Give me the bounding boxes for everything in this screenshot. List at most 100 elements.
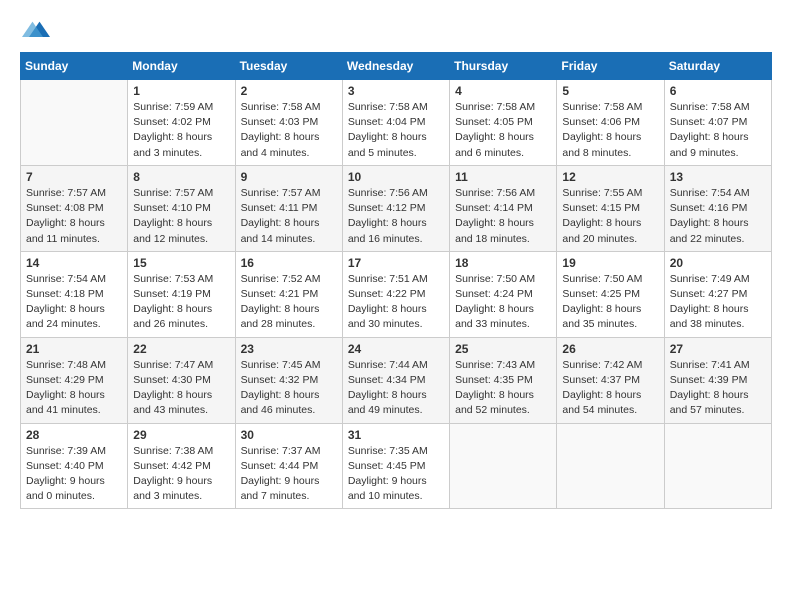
header-cell-wednesday: Wednesday xyxy=(342,53,449,80)
calendar-table: SundayMondayTuesdayWednesdayThursdayFrid… xyxy=(20,52,772,509)
logo-icon xyxy=(22,16,50,44)
calendar-cell: 2 Sunrise: 7:58 AM Sunset: 4:03 PM Daylig… xyxy=(235,80,342,166)
day-number: 27 xyxy=(670,342,766,356)
header xyxy=(20,16,772,44)
day-number: 9 xyxy=(241,170,337,184)
day-info: Sunrise: 7:41 AM Sunset: 4:39 PM Dayligh… xyxy=(670,358,766,419)
header-cell-monday: Monday xyxy=(128,53,235,80)
day-info: Sunrise: 7:58 AM Sunset: 4:07 PM Dayligh… xyxy=(670,100,766,161)
day-number: 2 xyxy=(241,84,337,98)
day-info: Sunrise: 7:54 AM Sunset: 4:18 PM Dayligh… xyxy=(26,272,122,333)
day-info: Sunrise: 7:58 AM Sunset: 4:06 PM Dayligh… xyxy=(562,100,658,161)
day-info: Sunrise: 7:58 AM Sunset: 4:04 PM Dayligh… xyxy=(348,100,444,161)
calendar-cell: 22 Sunrise: 7:47 AM Sunset: 4:30 PM Dayli… xyxy=(128,337,235,423)
day-number: 21 xyxy=(26,342,122,356)
day-info: Sunrise: 7:47 AM Sunset: 4:30 PM Dayligh… xyxy=(133,358,229,419)
day-number: 4 xyxy=(455,84,551,98)
header-cell-saturday: Saturday xyxy=(664,53,771,80)
day-info: Sunrise: 7:39 AM Sunset: 4:40 PM Dayligh… xyxy=(26,444,122,505)
day-number: 30 xyxy=(241,428,337,442)
day-number: 25 xyxy=(455,342,551,356)
day-number: 8 xyxy=(133,170,229,184)
header-cell-tuesday: Tuesday xyxy=(235,53,342,80)
calendar-cell: 3 Sunrise: 7:58 AM Sunset: 4:04 PM Daylig… xyxy=(342,80,449,166)
day-number: 28 xyxy=(26,428,122,442)
calendar-cell xyxy=(450,423,557,509)
day-info: Sunrise: 7:37 AM Sunset: 4:44 PM Dayligh… xyxy=(241,444,337,505)
calendar-cell: 17 Sunrise: 7:51 AM Sunset: 4:22 PM Dayli… xyxy=(342,251,449,337)
day-info: Sunrise: 7:58 AM Sunset: 4:03 PM Dayligh… xyxy=(241,100,337,161)
day-number: 22 xyxy=(133,342,229,356)
calendar-cell: 18 Sunrise: 7:50 AM Sunset: 4:24 PM Dayli… xyxy=(450,251,557,337)
day-number: 18 xyxy=(455,256,551,270)
day-number: 16 xyxy=(241,256,337,270)
calendar-cell xyxy=(21,80,128,166)
day-info: Sunrise: 7:59 AM Sunset: 4:02 PM Dayligh… xyxy=(133,100,229,161)
day-info: Sunrise: 7:44 AM Sunset: 4:34 PM Dayligh… xyxy=(348,358,444,419)
day-info: Sunrise: 7:51 AM Sunset: 4:22 PM Dayligh… xyxy=(348,272,444,333)
day-number: 17 xyxy=(348,256,444,270)
calendar-cell: 23 Sunrise: 7:45 AM Sunset: 4:32 PM Dayli… xyxy=(235,337,342,423)
day-info: Sunrise: 7:52 AM Sunset: 4:21 PM Dayligh… xyxy=(241,272,337,333)
calendar-cell: 24 Sunrise: 7:44 AM Sunset: 4:34 PM Dayli… xyxy=(342,337,449,423)
day-info: Sunrise: 7:50 AM Sunset: 4:24 PM Dayligh… xyxy=(455,272,551,333)
day-number: 10 xyxy=(348,170,444,184)
day-number: 12 xyxy=(562,170,658,184)
week-row-1: 1Sunrise: 7:59 AM Sunset: 4:02 PM Daylig… xyxy=(21,80,772,166)
header-cell-sunday: Sunday xyxy=(21,53,128,80)
calendar-cell: 26Sunrise: 7:42 AM Sunset: 4:37 PM Dayli… xyxy=(557,337,664,423)
day-number: 31 xyxy=(348,428,444,442)
calendar-cell: 30 Sunrise: 7:37 AM Sunset: 4:44 PM Dayli… xyxy=(235,423,342,509)
day-info: Sunrise: 7:57 AM Sunset: 4:11 PM Dayligh… xyxy=(241,186,337,247)
calendar-cell: 10 Sunrise: 7:56 AM Sunset: 4:12 PM Dayli… xyxy=(342,165,449,251)
week-row-4: 21 Sunrise: 7:48 AM Sunset: 4:29 PM Dayli… xyxy=(21,337,772,423)
calendar-cell: 6Sunrise: 7:58 AM Sunset: 4:07 PM Daylig… xyxy=(664,80,771,166)
calendar-cell: 29 Sunrise: 7:38 AM Sunset: 4:42 PM Dayli… xyxy=(128,423,235,509)
day-info: Sunrise: 7:55 AM Sunset: 4:15 PM Dayligh… xyxy=(562,186,658,247)
day-number: 7 xyxy=(26,170,122,184)
calendar-cell: 20Sunrise: 7:49 AM Sunset: 4:27 PM Dayli… xyxy=(664,251,771,337)
day-info: Sunrise: 7:50 AM Sunset: 4:25 PM Dayligh… xyxy=(562,272,658,333)
day-number: 14 xyxy=(26,256,122,270)
day-number: 11 xyxy=(455,170,551,184)
calendar-cell xyxy=(557,423,664,509)
day-info: Sunrise: 7:35 AM Sunset: 4:45 PM Dayligh… xyxy=(348,444,444,505)
calendar-cell: 16 Sunrise: 7:52 AM Sunset: 4:21 PM Dayli… xyxy=(235,251,342,337)
logo xyxy=(20,16,50,44)
header-cell-thursday: Thursday xyxy=(450,53,557,80)
calendar-cell: 5 Sunrise: 7:58 AM Sunset: 4:06 PM Daylig… xyxy=(557,80,664,166)
day-info: Sunrise: 7:48 AM Sunset: 4:29 PM Dayligh… xyxy=(26,358,122,419)
day-number: 5 xyxy=(562,84,658,98)
calendar-cell: 13Sunrise: 7:54 AM Sunset: 4:16 PM Dayli… xyxy=(664,165,771,251)
calendar-cell: 4Sunrise: 7:58 AM Sunset: 4:05 PM Daylig… xyxy=(450,80,557,166)
calendar-cell: 31 Sunrise: 7:35 AM Sunset: 4:45 PM Dayli… xyxy=(342,423,449,509)
week-row-3: 14 Sunrise: 7:54 AM Sunset: 4:18 PM Dayli… xyxy=(21,251,772,337)
calendar-cell: 21 Sunrise: 7:48 AM Sunset: 4:29 PM Dayli… xyxy=(21,337,128,423)
calendar-cell: 25 Sunrise: 7:43 AM Sunset: 4:35 PM Dayli… xyxy=(450,337,557,423)
calendar-cell: 15 Sunrise: 7:53 AM Sunset: 4:19 PM Dayli… xyxy=(128,251,235,337)
day-info: Sunrise: 7:56 AM Sunset: 4:14 PM Dayligh… xyxy=(455,186,551,247)
page: SundayMondayTuesdayWednesdayThursdayFrid… xyxy=(0,0,792,519)
day-number: 3 xyxy=(348,84,444,98)
day-number: 13 xyxy=(670,170,766,184)
day-info: Sunrise: 7:49 AM Sunset: 4:27 PM Dayligh… xyxy=(670,272,766,333)
calendar-cell: 8Sunrise: 7:57 AM Sunset: 4:10 PM Daylig… xyxy=(128,165,235,251)
day-number: 24 xyxy=(348,342,444,356)
day-info: Sunrise: 7:45 AM Sunset: 4:32 PM Dayligh… xyxy=(241,358,337,419)
day-info: Sunrise: 7:43 AM Sunset: 4:35 PM Dayligh… xyxy=(455,358,551,419)
day-number: 15 xyxy=(133,256,229,270)
calendar-cell: 14 Sunrise: 7:54 AM Sunset: 4:18 PM Dayli… xyxy=(21,251,128,337)
calendar-cell: 19Sunrise: 7:50 AM Sunset: 4:25 PM Dayli… xyxy=(557,251,664,337)
day-number: 29 xyxy=(133,428,229,442)
calendar-cell: 27 Sunrise: 7:41 AM Sunset: 4:39 PM Dayli… xyxy=(664,337,771,423)
calendar-cell: 1Sunrise: 7:59 AM Sunset: 4:02 PM Daylig… xyxy=(128,80,235,166)
calendar-cell: 7 Sunrise: 7:57 AM Sunset: 4:08 PM Daylig… xyxy=(21,165,128,251)
week-row-2: 7 Sunrise: 7:57 AM Sunset: 4:08 PM Daylig… xyxy=(21,165,772,251)
day-info: Sunrise: 7:56 AM Sunset: 4:12 PM Dayligh… xyxy=(348,186,444,247)
day-info: Sunrise: 7:57 AM Sunset: 4:08 PM Dayligh… xyxy=(26,186,122,247)
calendar-cell xyxy=(664,423,771,509)
day-number: 23 xyxy=(241,342,337,356)
day-info: Sunrise: 7:38 AM Sunset: 4:42 PM Dayligh… xyxy=(133,444,229,505)
day-info: Sunrise: 7:53 AM Sunset: 4:19 PM Dayligh… xyxy=(133,272,229,333)
week-row-5: 28 Sunrise: 7:39 AM Sunset: 4:40 PM Dayli… xyxy=(21,423,772,509)
